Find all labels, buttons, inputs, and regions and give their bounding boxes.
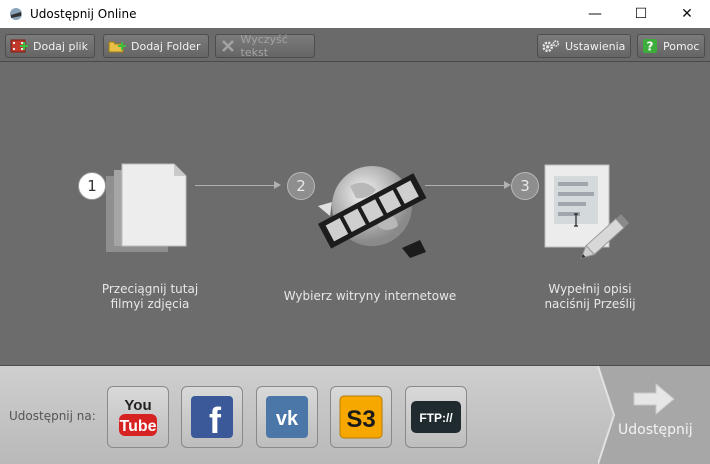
facebook-button[interactable]: f <box>181 386 243 448</box>
close-button[interactable]: ✕ <box>664 0 710 28</box>
window-title: Udostępnij Online <box>30 7 137 21</box>
help-label: Pomoc <box>663 39 700 53</box>
help-button[interactable]: ? Pomoc <box>637 34 705 58</box>
youtube-icon: You Tube <box>119 397 157 436</box>
clear-icon <box>220 38 236 54</box>
close-icon: ✕ <box>681 6 693 22</box>
arrow-right-icon <box>633 382 675 416</box>
add-folder-button[interactable]: Dodaj Folder <box>103 34 209 58</box>
step-3-label: Wypełnij opisi naciśnij Prześlij <box>510 282 670 312</box>
youtube-text-top: You <box>124 397 151 414</box>
minimize-icon: — <box>588 6 602 22</box>
maximize-button[interactable]: ☐ <box>618 0 664 28</box>
share-label: Udostępnij na: <box>9 409 96 423</box>
amazon-s3-button[interactable]: S3 <box>330 386 392 448</box>
add-folder-icon <box>108 38 126 54</box>
vk-text: vk <box>276 408 299 430</box>
globe-film-icon <box>317 166 427 258</box>
step-3-number: 3 <box>511 172 539 200</box>
clear-text-label: Wyczyść tekst <box>240 33 288 59</box>
step-arrow-2 <box>425 185 505 186</box>
minimize-button[interactable]: — <box>572 0 618 28</box>
facebook-text: f <box>209 400 222 439</box>
step-1-label: Przeciągnij tutaj filmyi zdjęcia <box>70 282 230 312</box>
window-controls: — ☐ ✕ <box>572 0 710 28</box>
ftp-text: FTP:// <box>419 411 453 425</box>
help-icon: ? <box>642 38 658 54</box>
step-arrow-1 <box>195 185 275 186</box>
add-file-button[interactable]: Dodaj plik <box>5 34 95 58</box>
youtube-button[interactable]: You Tube <box>107 386 169 448</box>
ftp-button[interactable]: FTP:// <box>405 386 467 448</box>
ftp-icon: FTP:// <box>411 401 461 433</box>
drop-area[interactable]: 1 Przeciągnij tutaj filmyi zdjęcia 2 Wyb… <box>0 62 710 366</box>
settings-label: Ustawienia <box>565 39 626 53</box>
step-3-line2: naciśnij Prześlij <box>544 297 636 311</box>
facebook-icon: f <box>191 396 233 439</box>
maximize-icon: ☐ <box>634 6 648 22</box>
app-icon <box>10 8 22 20</box>
step-1-number: 1 <box>78 172 106 200</box>
gear-icon <box>542 38 560 54</box>
toolbar: Dodaj plik Dodaj Folder Wyczyść tekst Us… <box>0 28 710 62</box>
step-3-line1: Wypełnij opisi <box>548 282 632 296</box>
svg-text:?: ? <box>647 40 654 54</box>
clear-text-button[interactable]: Wyczyść tekst <box>215 33 315 59</box>
form-pencil-icon <box>544 164 630 259</box>
s3-text: S3 <box>346 406 375 433</box>
add-file-icon <box>10 38 28 54</box>
share-bar: Udostępnij na: You Tube f vk S3 FTP:// U… <box>0 366 710 464</box>
send-label: Udostępnij <box>618 422 693 438</box>
step-arrow-1-head <box>274 181 281 189</box>
youtube-text-bottom: Tube <box>119 418 156 435</box>
send-button[interactable] <box>598 366 710 464</box>
files-icon <box>106 163 187 252</box>
step-arrow-2-head <box>504 181 511 189</box>
settings-button[interactable]: Ustawienia <box>537 34 631 58</box>
step-1-line1: Przeciągnij tutaj <box>101 282 199 296</box>
vk-icon: vk <box>266 396 308 438</box>
add-folder-label: Dodaj Folder <box>131 39 201 53</box>
vk-button[interactable]: vk <box>256 386 318 448</box>
step-1-line2: filmyi zdjęcia <box>110 297 190 311</box>
s3-icon: S3 <box>339 395 383 439</box>
step-2-label: Wybierz witryny internetowe <box>283 289 457 303</box>
add-file-label: Dodaj plik <box>33 39 88 53</box>
title-bar: Udostępnij Online — ☐ ✕ <box>0 0 710 28</box>
